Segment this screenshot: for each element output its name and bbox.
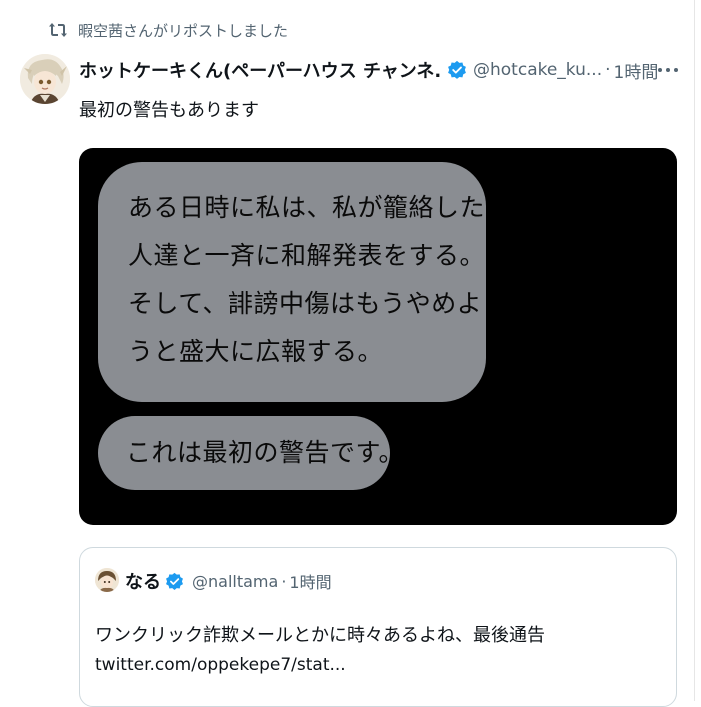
bubble-line: 人達と一斉に和解発表をする。: [128, 241, 486, 270]
chat-bubble-2: これは最初の警告です。: [98, 416, 404, 490]
tweet-view: 暇空茜さんがリポストしました ホットケーキくん(ペーパーハウス チャンネ... …: [0, 0, 701, 707]
tweet-time[interactable]: 1時間: [614, 58, 659, 83]
quoted-author-name[interactable]: なる: [125, 568, 161, 594]
quoted-tweet-header: なる @nalltama · 1時間: [125, 568, 332, 594]
quoted-tweet-text: ワンクリック詐欺メールとかに時々あるよね、最後通告: [95, 625, 545, 646]
tweet-text: 最初の警告もあります: [79, 100, 259, 121]
bubble-line: そして、誹謗中傷はもうやめよ: [128, 289, 483, 318]
quoted-author-avatar[interactable]: [95, 568, 119, 592]
quoted-tweet-time[interactable]: 1時間: [289, 569, 331, 593]
bubble-line: これは最初の警告です。: [126, 438, 405, 467]
repost-icon: [48, 21, 68, 39]
tweet-header: ホットケーキくん(ペーパーハウス チャンネ... @hotcake_ku... …: [79, 56, 683, 84]
chat-bubble-1: ある日時に私は、私が籠絡した 人達と一斉に和解発表をする。 そして、誹謗中傷はも…: [98, 162, 486, 402]
separator-dot: ·: [281, 571, 287, 591]
repost-indicator[interactable]: 暇空茜さんがリポストしました: [48, 18, 288, 42]
column-divider: [694, 0, 695, 701]
quoted-tweet-card[interactable]: なる @nalltama · 1時間 ワンクリック詐欺メールとかに時々あるよね、…: [79, 547, 677, 707]
verified-badge-icon: [448, 60, 466, 79]
author-handle[interactable]: @hotcake_ku...: [473, 60, 602, 80]
repost-text: 暇空茜さんがリポストしました: [78, 21, 289, 40]
author-avatar[interactable]: [20, 54, 70, 104]
verified-badge-icon: [166, 572, 183, 590]
author-display-name[interactable]: ホットケーキくん(ペーパーハウス チャンネ...: [79, 57, 441, 83]
bubble-line: ある日時に私は、私が籠絡した: [128, 193, 486, 222]
bubble-line: うと盛大に広報する。: [128, 337, 384, 366]
quoted-author-handle[interactable]: @nalltama: [192, 572, 278, 591]
more-options-icon[interactable]: [654, 60, 684, 80]
separator-dot: ·: [605, 60, 611, 80]
quoted-tweet-link[interactable]: twitter.com/oppekepe7/stat...: [95, 655, 346, 675]
tweet-media-image[interactable]: ある日時に私は、私が籠絡した 人達と一斉に和解発表をする。 そして、誹謗中傷はも…: [79, 148, 677, 525]
